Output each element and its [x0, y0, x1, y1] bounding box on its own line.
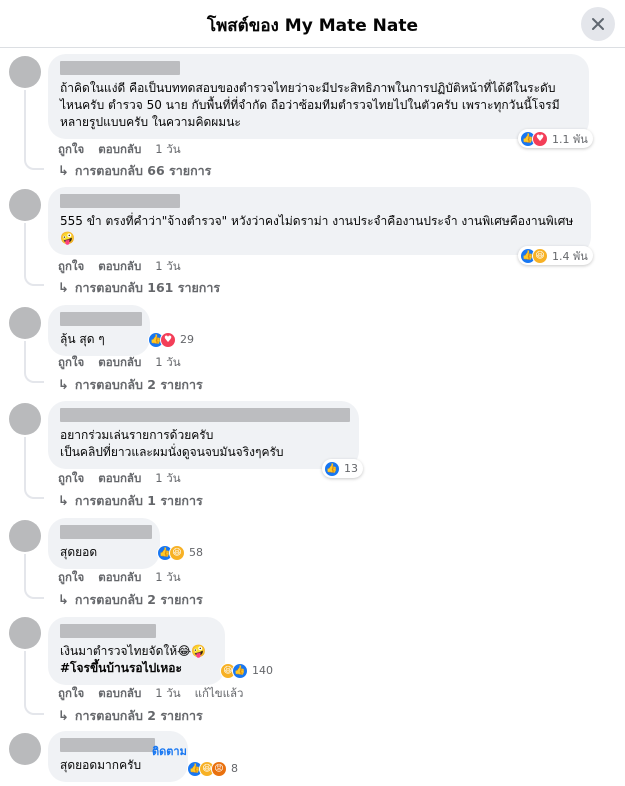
replies-count: การตอบกลับ 2 รายการ — [74, 708, 203, 723]
like-button[interactable]: ถูกใจ — [58, 569, 84, 587]
author-name-redacted[interactable] — [60, 61, 180, 75]
like-button[interactable]: ถูกใจ — [58, 258, 84, 276]
replies-count: การตอบกลับ 1 รายการ — [74, 493, 203, 508]
reply-button[interactable]: ตอบกลับ — [98, 354, 141, 372]
comment-time[interactable]: 1 วัน — [155, 569, 180, 587]
reaction-count: 140 — [252, 664, 273, 677]
comment-time[interactable]: 1 วัน — [155, 470, 180, 488]
author-name-redacted[interactable] — [60, 194, 180, 208]
reply-button[interactable]: ตอบกลับ — [98, 258, 141, 276]
reply-arrow-icon: ↳ — [58, 592, 69, 608]
author-name-redacted[interactable] — [60, 525, 152, 539]
avatar[interactable] — [9, 617, 41, 649]
like-button[interactable]: ถูกใจ — [58, 354, 84, 372]
reaction-count: 1.1 พัน — [552, 132, 588, 146]
comment-bubble: เงินมาตำรวจไทยจัดให้😂🤪 #โจรขึ้นบ้านรอไปเ… — [48, 617, 225, 685]
comment-bubble: สุดยอด — [48, 518, 160, 569]
reaction-count: 8 — [231, 762, 238, 775]
reaction-summary[interactable]: 👍 ♥ 29 — [146, 330, 199, 349]
comment-bubble: ถ้าคิดในแง่ดี คือเป็นบททดสอบของตำรวจไทยว… — [48, 54, 589, 139]
follow-link[interactable]: ติดตาม — [152, 742, 187, 760]
reaction-summary[interactable]: 😆 👍 140 — [218, 661, 278, 680]
avatar[interactable] — [9, 56, 41, 88]
reply-arrow-icon: ↳ — [58, 377, 69, 393]
view-replies-link[interactable]: ↳ การตอบกลับ 66 รายการ — [58, 161, 211, 181]
reaction-count: 29 — [180, 333, 194, 346]
view-replies-link[interactable]: ↳ การตอบกลับ 161 รายการ — [58, 278, 220, 298]
dialog-title: โพสต์ของ My Mate Nate — [206, 16, 419, 36]
comment-text: ลุ้น สุด ๆ — [60, 332, 105, 346]
reply-arrow-icon: ↳ — [58, 163, 69, 179]
avatar[interactable] — [9, 403, 41, 435]
author-name-redacted[interactable] — [60, 624, 156, 638]
replies-count: การตอบกลับ 2 รายการ — [74, 592, 203, 607]
haha-icon: 😆 — [532, 247, 548, 264]
avatar[interactable] — [9, 189, 41, 221]
avatar[interactable] — [9, 520, 41, 552]
avatar[interactable] — [9, 307, 41, 339]
comment-bubble: อยากร่วมเล่นรายการด้วยครับ เป็นคลิปที่ยา… — [48, 401, 359, 469]
replies-count: การตอบกลับ 66 รายการ — [74, 163, 212, 178]
author-name-redacted[interactable] — [60, 312, 142, 326]
view-replies-link[interactable]: ↳ การตอบกลับ 2 รายการ — [58, 375, 203, 395]
reply-button[interactable]: ตอบกลับ — [98, 685, 141, 703]
comment-text: 555 ขำ ตรงที่คำว่า"จ้างตำรวจ" หวังว่าคงไ… — [60, 214, 574, 245]
comment-time[interactable]: 1 วัน — [155, 354, 180, 372]
view-replies-link[interactable]: ↳ การตอบกลับ 2 รายการ — [58, 706, 203, 726]
author-name-redacted[interactable] — [60, 408, 350, 422]
like-button[interactable]: ถูกใจ — [58, 685, 84, 703]
reply-arrow-icon: ↳ — [58, 280, 69, 296]
thread-line — [24, 90, 44, 170]
reaction-count: 13 — [344, 462, 358, 475]
like-button[interactable]: ถูกใจ — [58, 470, 84, 488]
like-icon: 👍 — [232, 662, 248, 679]
angry-icon: 😡 — [211, 760, 227, 777]
edited-label[interactable]: แก้ไขแล้ว — [195, 685, 244, 703]
reaction-summary[interactable]: 👍 ♥ 1.1 พัน — [518, 129, 593, 148]
haha-icon: 😆 — [169, 544, 185, 561]
close-icon — [592, 18, 604, 30]
dialog-header: โพสต์ของ My Mate Nate — [0, 0, 625, 48]
comment-text: ถ้าคิดในแง่ดี คือเป็นบททดสอบของตำรวจไทยว… — [60, 81, 560, 129]
reaction-count: 1.4 พัน — [552, 249, 588, 263]
comment-text: สุดยอด — [60, 545, 98, 559]
close-button[interactable] — [581, 7, 615, 41]
comment-bubble: ลุ้น สุด ๆ — [48, 305, 150, 356]
replies-count: การตอบกลับ 2 รายการ — [74, 377, 203, 392]
view-replies-link[interactable]: ↳ การตอบกลับ 2 รายการ — [58, 590, 203, 610]
reply-button[interactable]: ตอบกลับ — [98, 141, 141, 159]
comment-bubble: 555 ขำ ตรงที่คำว่า"จ้างตำรวจ" หวังว่าคงไ… — [48, 187, 591, 255]
author-name-redacted[interactable] — [60, 738, 155, 752]
thread-line — [24, 341, 44, 383]
reaction-count: 58 — [189, 546, 203, 559]
like-icon: 👍 — [324, 460, 340, 477]
comment-text: เงินมาตำรวจไทยจัดให้😂🤪 — [60, 644, 207, 658]
thread-line — [24, 651, 44, 715]
reaction-summary[interactable]: 👍 😆 😡 8 — [185, 759, 243, 778]
reaction-summary[interactable]: 👍 😆 1.4 พัน — [518, 246, 593, 265]
reply-button[interactable]: ตอบกลับ — [98, 470, 141, 488]
comment-time[interactable]: 1 วัน — [155, 258, 180, 276]
thread-line — [24, 223, 44, 286]
thread-line — [24, 437, 44, 499]
reply-arrow-icon: ↳ — [58, 708, 69, 724]
comment-hashtag[interactable]: #โจรขึ้นบ้านรอไปเหอะ — [60, 660, 213, 677]
love-icon: ♥ — [160, 331, 176, 348]
reply-arrow-icon: ↳ — [58, 493, 69, 509]
avatar[interactable] — [9, 733, 41, 765]
reaction-summary[interactable]: 👍 13 — [322, 459, 363, 478]
replies-count: การตอบกลับ 161 รายการ — [74, 280, 221, 295]
reaction-summary[interactable]: 👍 😆 58 — [155, 543, 208, 562]
reply-button[interactable]: ตอบกลับ — [98, 569, 141, 587]
view-replies-link[interactable]: ↳ การตอบกลับ 1 รายการ — [58, 491, 203, 511]
thread-line — [24, 554, 44, 599]
comment-time[interactable]: 1 วัน — [155, 685, 180, 703]
like-button[interactable]: ถูกใจ — [58, 141, 84, 159]
love-icon: ♥ — [532, 130, 548, 147]
comment-time[interactable]: 1 วัน — [155, 141, 180, 159]
comment-text: อยากร่วมเล่นรายการด้วยครับ เป็นคลิปที่ยา… — [60, 428, 284, 459]
